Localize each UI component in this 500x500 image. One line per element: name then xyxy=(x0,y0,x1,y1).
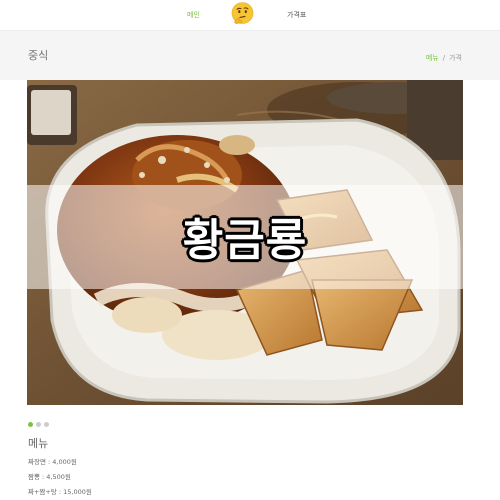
menu-item: 짬뽕 : 4,500원 xyxy=(28,473,71,481)
carousel-dot-3[interactable] xyxy=(44,422,49,427)
breadcrumb-current: 가격 xyxy=(449,54,462,62)
hero-carousel-slide[interactable]: 황금룡 xyxy=(27,80,463,405)
top-navigation: 메인 가격표 xyxy=(0,0,500,30)
carousel-dot-2[interactable] xyxy=(36,422,41,427)
menu-item: 짜장면 : 4,000원 xyxy=(28,458,77,466)
nav-link-price[interactable]: 가격표 xyxy=(287,10,306,20)
menu-list: 짜장면 : 4,000원 짬뽕 : 4,500원 짜+짬+탕 : 15,000원 xyxy=(28,458,92,500)
page-title: 중식 xyxy=(28,49,49,62)
carousel-dots xyxy=(28,412,52,427)
thinking-face-icon[interactable] xyxy=(230,1,255,26)
nav-link-main[interactable]: 메인 xyxy=(187,10,200,20)
menu-heading: 메뉴 xyxy=(28,437,49,450)
breadcrumb-menu-link[interactable]: 메뉴 xyxy=(426,54,439,62)
menu-item: 짜+짬+탕 : 15,000원 xyxy=(28,488,92,496)
breadcrumb: 메뉴 / 가격 xyxy=(426,53,462,63)
breadcrumb-separator: / xyxy=(442,54,446,62)
carousel-dot-1[interactable] xyxy=(28,422,33,427)
hero-title: 황금룡 xyxy=(182,215,308,266)
